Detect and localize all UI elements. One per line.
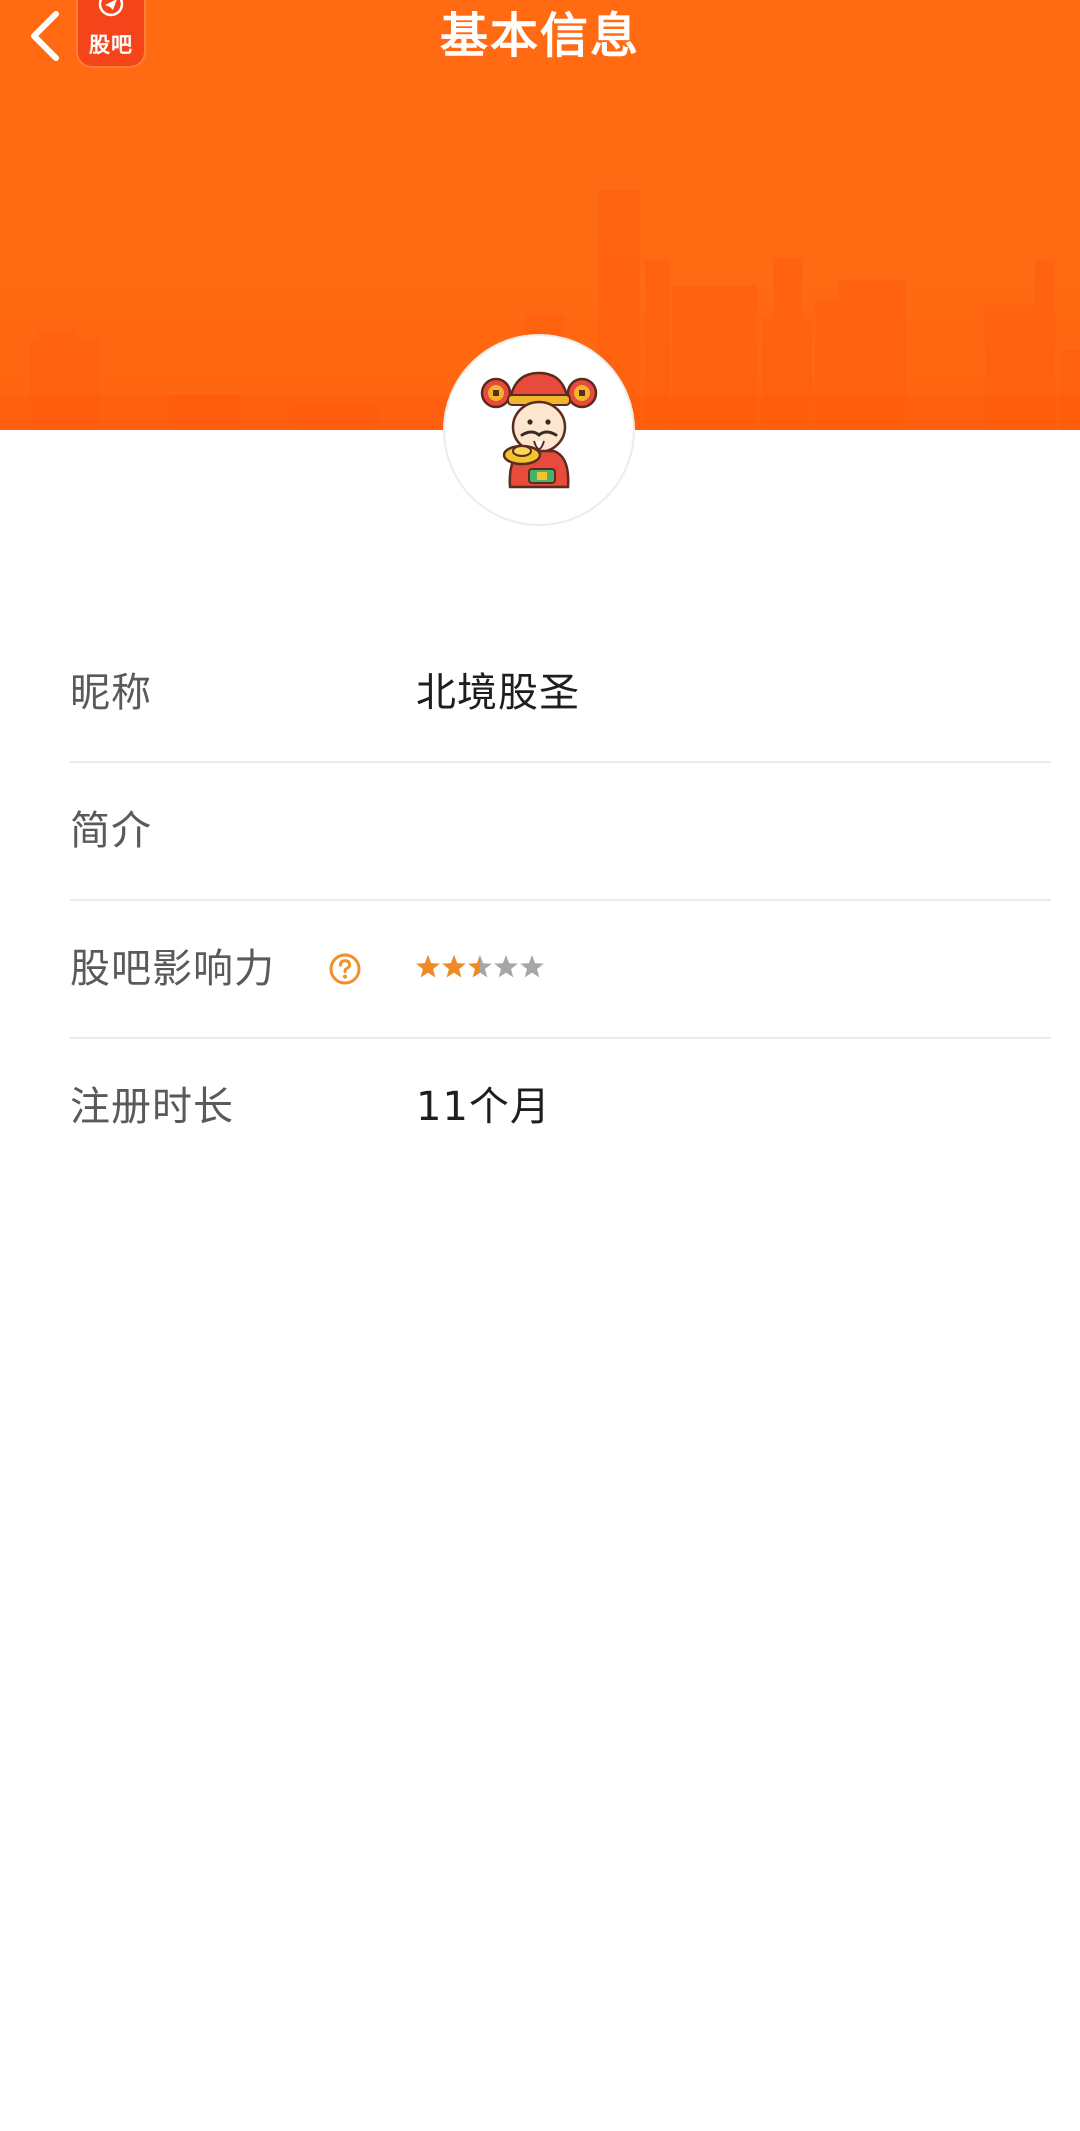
profile-info-list: 昵称 北境股圣 简介 股吧影响力 注册时长 11个月: [70, 625, 1051, 1177]
star-icon: [520, 955, 544, 978]
influence-label: 股吧影响力: [70, 946, 275, 992]
influence-row: 股吧影响力: [70, 901, 1051, 1039]
nickname-label: 昵称: [70, 670, 152, 716]
top-navigation-bar: 股吧 基本信息: [0, 0, 1080, 80]
page-title: 基本信息: [439, 8, 640, 64]
registration-label: 注册时长: [70, 1084, 234, 1130]
avatar[interactable]: [443, 334, 635, 526]
intro-label: 简介: [70, 808, 152, 854]
registration-value: 11个月: [416, 1084, 551, 1130]
nickname-row: 昵称 北境股圣: [70, 625, 1051, 763]
influence-star-rating: [415, 953, 545, 985]
registration-row: 注册时长 11个月: [70, 1039, 1051, 1177]
star-icon: [468, 955, 492, 978]
caishen-avatar-icon: [480, 371, 598, 489]
intro-row: 简介: [70, 763, 1051, 901]
star-icon: [416, 955, 440, 978]
star-icon: [442, 955, 466, 978]
nickname-value: 北境股圣: [416, 670, 580, 716]
star-icon: [494, 955, 518, 978]
question-circle-icon[interactable]: [328, 952, 362, 986]
